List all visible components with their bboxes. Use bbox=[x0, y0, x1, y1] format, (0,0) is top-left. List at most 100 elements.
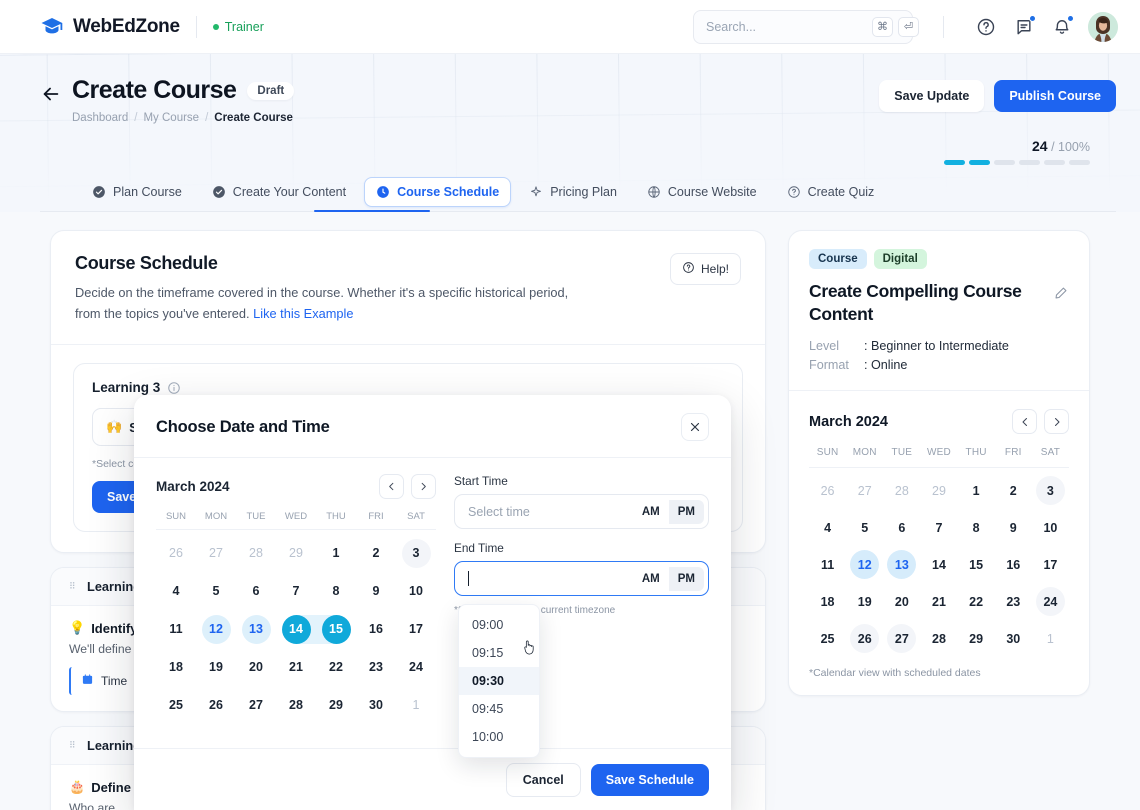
calendar-day-cell[interactable]: 8 bbox=[316, 572, 356, 610]
brand-logo-group[interactable]: WebEdZone bbox=[40, 15, 180, 39]
calendar-day-cell[interactable]: 25 bbox=[809, 620, 846, 657]
calendar-day-cell[interactable]: 5 bbox=[846, 509, 883, 546]
arrow-left-icon[interactable] bbox=[40, 83, 62, 105]
drag-handle-icon[interactable]: ⠿ bbox=[69, 584, 78, 589]
calendar-day-cell[interactable]: 1 bbox=[1032, 620, 1069, 657]
calendar-day-cell[interactable]: 13 bbox=[883, 546, 920, 583]
calendar-day-cell[interactable]: 3 bbox=[1032, 472, 1069, 509]
calendar-day-cell[interactable]: 17 bbox=[1032, 546, 1069, 583]
calendar-day-cell[interactable]: 10 bbox=[1032, 509, 1069, 546]
calendar-day-cell[interactable]: 13 bbox=[236, 610, 276, 648]
search-box[interactable]: ⌘ ⏎ bbox=[693, 10, 913, 44]
breadcrumb-item-dashboard[interactable]: Dashboard bbox=[72, 112, 128, 124]
notifications-bell-icon[interactable] bbox=[1050, 15, 1074, 39]
tab-pricing-plan[interactable]: Pricing Plan bbox=[517, 177, 629, 207]
help-button[interactable]: Help! bbox=[670, 253, 741, 285]
calendar-day-cell[interactable]: 26 bbox=[156, 534, 196, 572]
breadcrumb-item-my-course[interactable]: My Course bbox=[143, 112, 199, 124]
publish-course-button[interactable]: Publish Course bbox=[994, 80, 1116, 112]
calendar-day-cell[interactable]: 30 bbox=[356, 686, 396, 724]
tab-create-your-content[interactable]: Create Your Content bbox=[200, 177, 358, 207]
info-icon[interactable] bbox=[167, 381, 181, 395]
chevron-right-icon[interactable] bbox=[411, 474, 436, 499]
calendar-day-cell[interactable]: 15 bbox=[958, 546, 995, 583]
calendar-day-cell[interactable]: 9 bbox=[356, 572, 396, 610]
calendar-day-cell[interactable]: 18 bbox=[809, 583, 846, 620]
save-schedule-button[interactable]: Save Schedule bbox=[591, 764, 709, 796]
calendar-day-cell[interactable]: 26 bbox=[809, 472, 846, 509]
tab-course-schedule[interactable]: Course Schedule bbox=[364, 177, 511, 207]
start-pm-button[interactable]: PM bbox=[669, 500, 704, 524]
calendar-day-cell[interactable]: 14 bbox=[920, 546, 957, 583]
save-update-button[interactable]: Save Update bbox=[879, 80, 984, 112]
calendar-day-cell[interactable]: 15 bbox=[316, 610, 356, 648]
time-option[interactable]: 10:00 bbox=[459, 723, 539, 751]
end-time-input[interactable]: AM PM bbox=[454, 561, 709, 596]
calendar-day-cell[interactable]: 20 bbox=[883, 583, 920, 620]
calendar-day-cell[interactable]: 16 bbox=[995, 546, 1032, 583]
calendar-day-cell[interactable]: 17 bbox=[396, 610, 436, 648]
calendar-day-cell[interactable]: 27 bbox=[846, 472, 883, 509]
calendar-day-cell[interactable]: 5 bbox=[196, 572, 236, 610]
avatar[interactable] bbox=[1088, 12, 1118, 42]
calendar-day-cell[interactable]: 14 bbox=[276, 610, 316, 648]
messages-icon[interactable] bbox=[1012, 15, 1036, 39]
calendar-day-cell[interactable]: 10 bbox=[396, 572, 436, 610]
calendar-day-cell[interactable]: 21 bbox=[276, 648, 316, 686]
calendar-day-cell[interactable]: 22 bbox=[958, 583, 995, 620]
calendar-day-cell[interactable]: 11 bbox=[156, 610, 196, 648]
calendar-day-cell[interactable]: 9 bbox=[995, 509, 1032, 546]
calendar-day-cell[interactable]: 29 bbox=[958, 620, 995, 657]
calendar-day-cell[interactable]: 2 bbox=[995, 472, 1032, 509]
calendar-day-cell[interactable]: 21 bbox=[920, 583, 957, 620]
tab-course-website[interactable]: Course Website bbox=[635, 177, 769, 207]
calendar-day-cell[interactable]: 29 bbox=[920, 472, 957, 509]
example-link[interactable]: Like this Example bbox=[253, 306, 353, 321]
calendar-day-cell[interactable]: 7 bbox=[920, 509, 957, 546]
calendar-day-cell[interactable]: 12 bbox=[196, 610, 236, 648]
calendar-day-cell[interactable]: 6 bbox=[236, 572, 276, 610]
calendar-day-cell[interactable]: 20 bbox=[236, 648, 276, 686]
calendar-day-cell[interactable]: 1 bbox=[958, 472, 995, 509]
calendar-day-cell[interactable]: 8 bbox=[958, 509, 995, 546]
calendar-day-cell[interactable]: 4 bbox=[156, 572, 196, 610]
calendar-day-cell[interactable]: 27 bbox=[883, 620, 920, 657]
time-options-dropdown[interactable]: 09:0009:1509:3009:4510:00 bbox=[458, 604, 540, 758]
calendar-day-cell[interactable]: 3 bbox=[396, 534, 436, 572]
help-icon[interactable] bbox=[974, 15, 998, 39]
calendar-day-cell[interactable]: 23 bbox=[356, 648, 396, 686]
calendar-day-cell[interactable]: 1 bbox=[396, 686, 436, 724]
time-option[interactable]: 09:00 bbox=[459, 611, 539, 639]
calendar-day-cell[interactable]: 24 bbox=[396, 648, 436, 686]
calendar-day-cell[interactable]: 29 bbox=[316, 686, 356, 724]
calendar-day-cell[interactable]: 26 bbox=[196, 686, 236, 724]
pencil-icon[interactable] bbox=[1053, 285, 1069, 301]
start-time-input[interactable]: Select time AM PM bbox=[454, 494, 709, 529]
calendar-day-cell[interactable]: 1 bbox=[316, 534, 356, 572]
calendar-day-cell[interactable]: 11 bbox=[809, 546, 846, 583]
calendar-day-cell[interactable]: 7 bbox=[276, 572, 316, 610]
calendar-day-cell[interactable]: 2 bbox=[356, 534, 396, 572]
learning-card-1-time-chip[interactable]: Time bbox=[69, 667, 139, 695]
drag-handle-icon[interactable]: ⠿ bbox=[69, 743, 78, 748]
chevron-left-icon[interactable] bbox=[379, 474, 404, 499]
close-icon[interactable] bbox=[681, 413, 709, 441]
tab-plan-course[interactable]: Plan Course bbox=[80, 177, 194, 207]
calendar-day-cell[interactable]: 23 bbox=[995, 583, 1032, 620]
start-am-button[interactable]: AM bbox=[633, 500, 669, 524]
calendar-day-cell[interactable]: 26 bbox=[846, 620, 883, 657]
calendar-day-cell[interactable]: 24 bbox=[1032, 583, 1069, 620]
cancel-button[interactable]: Cancel bbox=[506, 763, 581, 797]
search-input[interactable] bbox=[706, 20, 867, 34]
calendar-day-cell[interactable]: 12 bbox=[846, 546, 883, 583]
calendar-day-cell[interactable]: 6 bbox=[883, 509, 920, 546]
calendar-day-cell[interactable]: 19 bbox=[196, 648, 236, 686]
end-am-button[interactable]: AM bbox=[633, 567, 669, 591]
chevron-left-icon[interactable] bbox=[1012, 409, 1037, 434]
calendar-day-cell[interactable]: 4 bbox=[809, 509, 846, 546]
tab-create-quiz[interactable]: Create Quiz bbox=[775, 177, 887, 207]
calendar-day-cell[interactable]: 16 bbox=[356, 610, 396, 648]
calendar-day-cell[interactable]: 29 bbox=[276, 534, 316, 572]
time-option[interactable]: 09:15 bbox=[459, 639, 539, 667]
calendar-day-cell[interactable]: 22 bbox=[316, 648, 356, 686]
